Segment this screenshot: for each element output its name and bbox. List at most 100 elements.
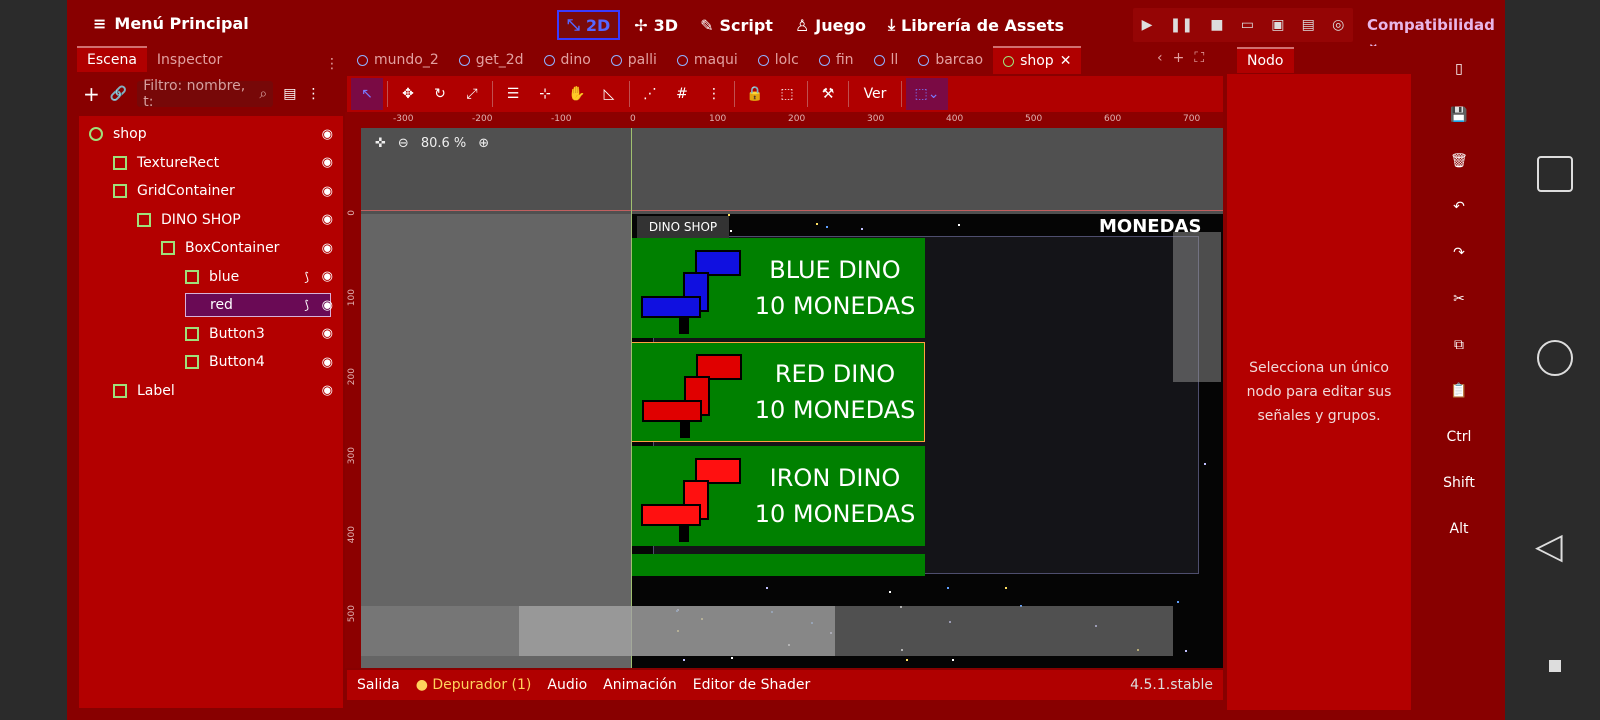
- visibility-icon[interactable]: ◉: [322, 269, 333, 284]
- grid-snap-icon[interactable]: #: [666, 78, 698, 110]
- canvas-viewport[interactable]: DINO SHOP MONEDAS BLUE DINO 10 MONEDAS RED…: [361, 128, 1223, 668]
- main-menu-button[interactable]: ≡ Menú Principal: [93, 14, 249, 33]
- visibility-icon[interactable]: ◉: [322, 298, 333, 313]
- visibility-icon[interactable]: ◉: [322, 184, 333, 199]
- add-node-icon[interactable]: +: [83, 82, 100, 106]
- tree-node-texturerect[interactable]: TextureRect ◉: [79, 149, 343, 178]
- tab-shader-editor[interactable]: Editor de Shader: [693, 677, 810, 693]
- scene-tab-ll[interactable]: ll: [864, 46, 909, 74]
- stop-icon[interactable]: ■: [1210, 17, 1223, 33]
- visibility-icon[interactable]: ◉: [322, 155, 333, 170]
- visibility-icon[interactable]: ◉: [322, 355, 333, 370]
- alt-key[interactable]: Alt: [1450, 506, 1469, 552]
- lock-icon[interactable]: 🔒: [739, 78, 771, 110]
- shop-item-blue-dino[interactable]: BLUE DINO 10 MONEDAS: [631, 238, 925, 338]
- scale-tool-icon[interactable]: ⤢: [456, 78, 488, 110]
- scene-tab-barcao[interactable]: barcao: [908, 46, 993, 74]
- pivot-tool-icon[interactable]: ⊹: [529, 78, 561, 110]
- play-scene-icon[interactable]: ▣: [1271, 17, 1284, 33]
- back-icon[interactable]: ◁: [1535, 526, 1563, 567]
- smart-snap-icon[interactable]: ⋰: [634, 78, 666, 110]
- rotate-tool-icon[interactable]: ↻: [424, 78, 456, 110]
- tree-node-dino-shop[interactable]: DINO SHOP ◉: [79, 206, 343, 235]
- ruler-tool-icon[interactable]: ◺: [593, 78, 625, 110]
- mode-2d-button[interactable]: ⤡ 2D: [557, 10, 621, 40]
- tab-escena[interactable]: Escena: [77, 46, 147, 72]
- add-tab-icon[interactable]: +: [1173, 50, 1185, 66]
- list-select-icon[interactable]: ☰: [497, 78, 529, 110]
- scene-tab-mundo_2[interactable]: mundo_2: [347, 46, 449, 74]
- tree-node-shop[interactable]: shop ◉: [79, 120, 343, 149]
- recent-apps-icon[interactable]: [1537, 156, 1573, 192]
- tree-node-button3[interactable]: Button3 ◉: [79, 320, 343, 349]
- zoom-level[interactable]: 80.6 %: [421, 136, 466, 151]
- home-icon[interactable]: [1537, 340, 1573, 376]
- zoom-in-icon[interactable]: ⊕: [478, 136, 489, 151]
- anchor-layout-icon[interactable]: ⬚⌄: [906, 78, 948, 110]
- remote-debug-icon[interactable]: ▭: [1241, 17, 1254, 33]
- save-icon[interactable]: 💾: [1450, 92, 1467, 138]
- attach-script-icon[interactable]: ▤: [283, 86, 296, 102]
- bones-icon[interactable]: ⚒: [812, 78, 844, 110]
- visibility-icon[interactable]: ◉: [322, 383, 333, 398]
- zoom-out-icon[interactable]: ⊖: [398, 136, 409, 151]
- asset-library-button[interactable]: ⤓ Librería de Assets: [880, 10, 1072, 40]
- tree-node-button4[interactable]: Button4 ◉: [79, 348, 343, 377]
- scrollbar-grabber[interactable]: [519, 606, 835, 656]
- close-icon[interactable]: ✕: [1060, 53, 1072, 69]
- ctrl-key[interactable]: Ctrl: [1447, 414, 1472, 460]
- scene-menu-icon[interactable]: ⋮: [306, 86, 320, 102]
- dock-menu-icon[interactable]: ⋮: [325, 56, 339, 72]
- mode-game-button[interactable]: ♙ Juego: [787, 10, 874, 40]
- scene-tab-fin[interactable]: fin: [809, 46, 864, 74]
- shift-key[interactable]: Shift: [1443, 460, 1475, 506]
- vertical-scrollbar[interactable]: [1173, 232, 1221, 382]
- tree-node-gridcontainer[interactable]: GridContainer ◉: [79, 177, 343, 206]
- keyboard-icon[interactable]: [1549, 660, 1561, 672]
- paste-icon[interactable]: 📋: [1450, 368, 1467, 414]
- visibility-icon[interactable]: ◉: [322, 127, 333, 142]
- tab-inspector[interactable]: Inspector: [147, 48, 232, 72]
- tree-node-blue[interactable]: blue ⟆ ◉: [79, 263, 343, 292]
- scene-tab-get_2d[interactable]: get_2d: [449, 46, 534, 74]
- horizontal-scrollbar[interactable]: [361, 606, 1173, 656]
- tree-node-red[interactable]: red ⟆ ◉: [79, 291, 343, 320]
- play-custom-scene-icon[interactable]: ▤: [1302, 17, 1315, 33]
- tab-salida[interactable]: Salida: [357, 677, 400, 693]
- pan-tool-icon[interactable]: ✋: [561, 78, 593, 110]
- visibility-icon[interactable]: ◉: [322, 212, 333, 227]
- copy-icon[interactable]: ⧉: [1454, 322, 1464, 368]
- center-view-icon[interactable]: ✜: [375, 136, 386, 151]
- tab-nodo[interactable]: Nodo: [1237, 47, 1294, 73]
- pause-icon[interactable]: ❚❚: [1170, 17, 1193, 33]
- mode-script-button[interactable]: ✎ Script: [692, 10, 781, 40]
- signal-icon[interactable]: ⟆: [304, 298, 309, 312]
- view-menu-button[interactable]: Ver: [853, 78, 897, 110]
- redo-icon[interactable]: ↷: [1453, 230, 1465, 276]
- visibility-icon[interactable]: ◉: [322, 241, 333, 256]
- visibility-icon[interactable]: ◉: [322, 326, 333, 341]
- delete-icon[interactable]: 🗑: [1450, 138, 1468, 184]
- select-tool-icon[interactable]: ↖: [351, 78, 383, 110]
- scene-tab-dino[interactable]: dino: [534, 46, 601, 74]
- tab-animacion[interactable]: Animación: [603, 677, 677, 693]
- scene-tab-shop[interactable]: shop ✕: [993, 46, 1082, 74]
- node-filter-input[interactable]: Filtro: nombre, t: ⌕: [137, 78, 274, 110]
- distraction-free-icon[interactable]: ⛶: [1194, 50, 1204, 66]
- signal-icon[interactable]: ⟆: [304, 270, 309, 284]
- undo-icon[interactable]: ↶: [1453, 184, 1465, 230]
- move-tool-icon[interactable]: ✥: [392, 78, 424, 110]
- scene-tab-palli[interactable]: palli: [601, 46, 667, 74]
- tree-node-label[interactable]: Label ◉: [79, 377, 343, 406]
- tab-audio[interactable]: Audio: [547, 677, 587, 693]
- scene-tab-maqui[interactable]: maqui: [667, 46, 748, 74]
- cut-icon[interactable]: ✂: [1453, 276, 1465, 322]
- snap-options-icon[interactable]: ⋮: [698, 78, 730, 110]
- shop-item-iron-dino[interactable]: IRON DINO 10 MONEDAS: [631, 446, 925, 546]
- instance-scene-icon[interactable]: 🔗: [110, 86, 127, 102]
- layout-icon[interactable]: ▯: [1455, 46, 1463, 92]
- shop-item-red-dino[interactable]: RED DINO 10 MONEDAS: [631, 342, 925, 442]
- group-icon[interactable]: ⬚: [771, 78, 803, 110]
- tab-depurador[interactable]: ● Depurador (1): [416, 677, 532, 693]
- mode-3d-button[interactable]: ✢ 3D: [626, 10, 686, 40]
